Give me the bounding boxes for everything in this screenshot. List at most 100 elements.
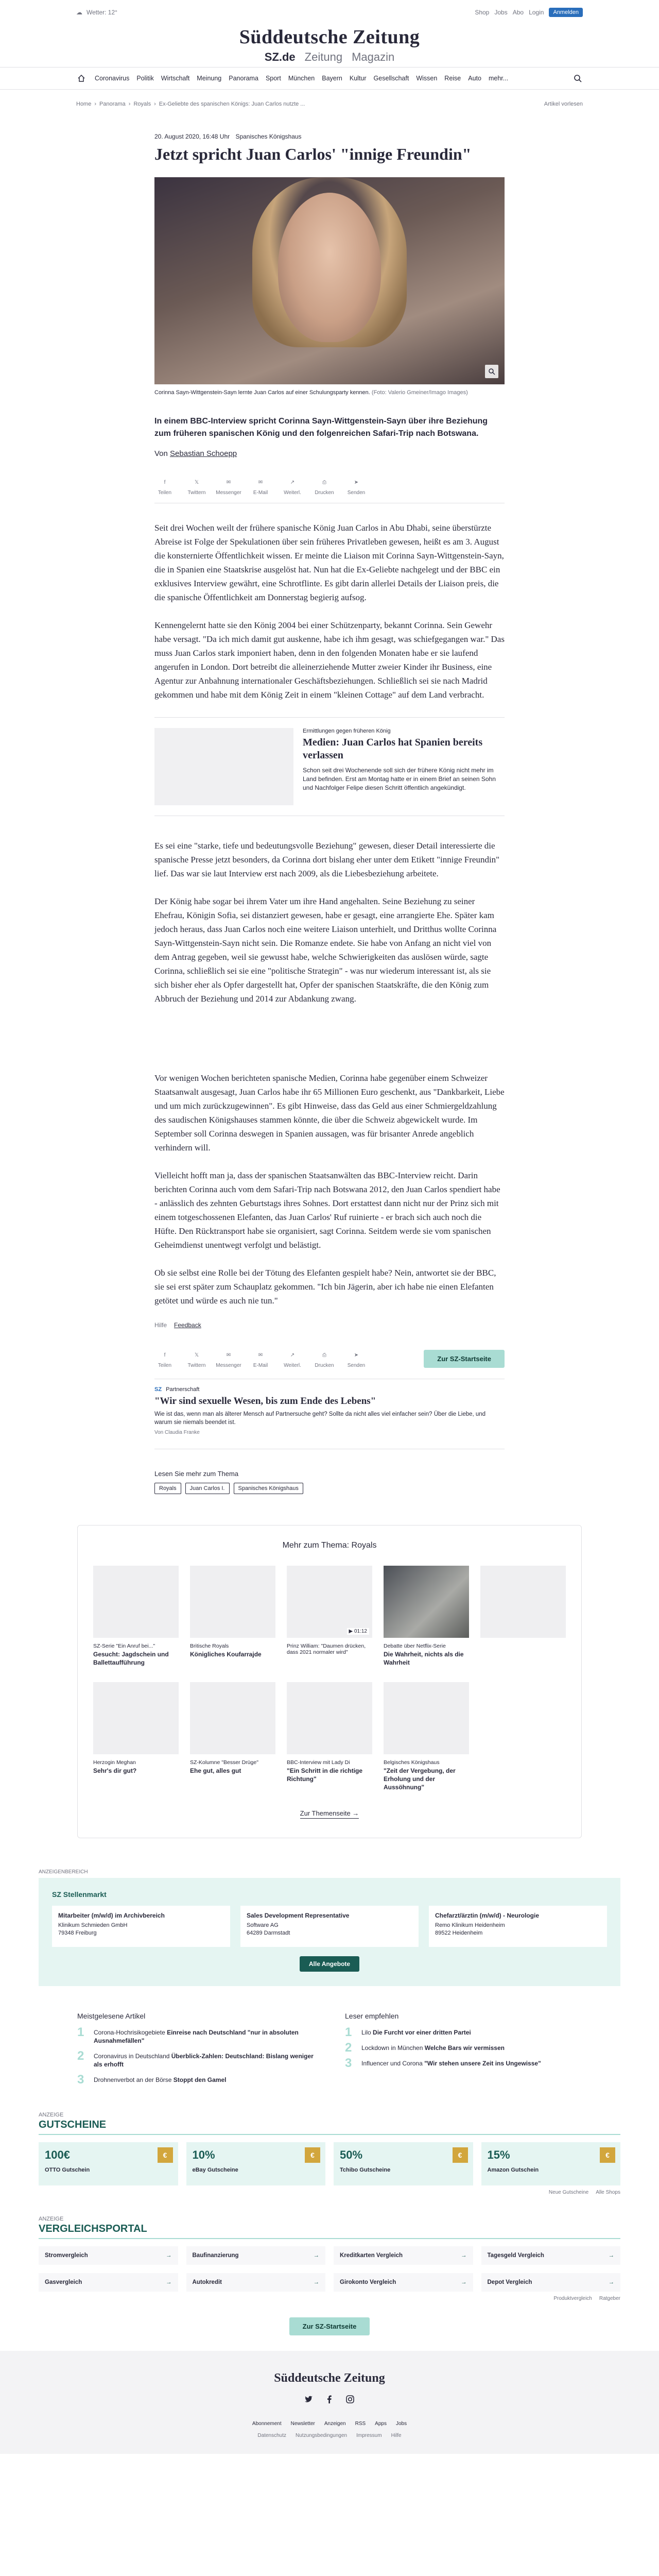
nav-item[interactable]: Wirtschaft (161, 75, 190, 82)
nav-item[interactable]: Politik (136, 75, 153, 82)
share-button[interactable]: ⎙ Drucken (314, 1349, 335, 1369)
footer-link[interactable]: Anzeigen (324, 2421, 346, 2427)
teaser-title[interactable]: Medien: Juan Carlos hat Spanien bereits … (303, 736, 505, 762)
nav-item[interactable]: München (288, 75, 315, 82)
sz-de-link[interactable]: SZ.de (265, 50, 296, 64)
card-image[interactable]: ▶ 01:12 (287, 1566, 372, 1638)
nav-item[interactable]: mehr... (489, 75, 508, 82)
login-link[interactable]: Login (529, 9, 544, 16)
compare-item[interactable]: Kreditkarten Vergleich → (334, 2246, 473, 2265)
card-image[interactable] (384, 1682, 469, 1754)
feedback-link[interactable]: Feedback (174, 1321, 201, 1329)
ranked-title[interactable]: Die Furcht vor einer dritten Partei (373, 2029, 471, 2036)
card-image[interactable] (287, 1682, 372, 1754)
nav-item[interactable]: Auto (468, 75, 481, 82)
share-button[interactable]: ↗ Weiterl. (282, 1349, 303, 1369)
footer-link[interactable]: RSS (355, 2421, 366, 2427)
topic-tag[interactable]: Spanisches Königshaus (233, 1483, 303, 1494)
author-link[interactable]: Sebastian Schoepp (170, 449, 237, 458)
share-button[interactable]: 𝕏 Twittern (186, 1349, 207, 1369)
topic-card[interactable]: SZ-Kolumne "Besser Drüge" Ehe gut, alles … (190, 1682, 275, 1791)
compare-label[interactable]: Depot Vergleich (488, 2279, 532, 2285)
card-image[interactable] (480, 1566, 566, 1638)
job-title[interactable]: Sales Development Representative (247, 1912, 412, 1920)
card-title[interactable]: "Zeit der Vergebung, der Erholung und de… (384, 1767, 469, 1791)
share-button[interactable]: ✉ E-Mail (250, 1349, 271, 1369)
ranked-article[interactable]: 1 Corona-Hochrisikogebiete Einreise nach … (77, 2026, 314, 2045)
compare-label[interactable]: Baufinanzierung (193, 2252, 239, 2259)
partner-teaser[interactable]: SZ Partnerschaft "Wir sind sexuelle Wese… (154, 1379, 505, 1449)
share-button[interactable]: ✉ Messenger (216, 477, 241, 496)
search-icon[interactable] (573, 73, 583, 83)
breadcrumb-item[interactable]: Home (76, 101, 91, 107)
compare-item[interactable]: Depot Vergleich → (481, 2273, 620, 2292)
voucher-label[interactable]: Tchibo Gutscheine (340, 2167, 467, 2173)
topic-card[interactable]: Belgisches Königshaus "Zeit der Vergebung… (384, 1682, 469, 1791)
ranked-title[interactable]: Welche Bars wir vermissen (425, 2044, 505, 2052)
share-button[interactable]: ↗ Weiterl. (282, 477, 303, 496)
twitter-icon[interactable] (304, 2395, 314, 2405)
job-card[interactable]: Chefarzt/ärztin (m/w/d) - Neurologie Remo… (429, 1906, 607, 1947)
compare-item[interactable]: Baufinanzierung → (186, 2246, 325, 2265)
partner-title[interactable]: "Wir sind sexuelle Wesen, bis zum Ende d… (154, 1396, 505, 1407)
card-title[interactable]: "Ein Schritt in die richtige Richtung" (287, 1767, 372, 1783)
compare-link[interactable]: Ratgeber (599, 2296, 620, 2301)
ranked-title[interactable]: Stoppt den Gamel (174, 2076, 227, 2083)
register-button[interactable]: Anmelden (549, 8, 583, 17)
footer-legal-link[interactable]: Datenschutz (257, 2433, 286, 2438)
share-button[interactable]: ✉ Messenger (216, 1349, 241, 1369)
share-button[interactable]: f Teilen (154, 477, 175, 496)
nav-item[interactable]: Reise (444, 75, 461, 82)
compare-label[interactable]: Tagesgeld Vergleich (488, 2252, 544, 2259)
nav-item[interactable]: Gesellschaft (374, 75, 409, 82)
compare-item[interactable]: Girokonto Vergleich → (334, 2273, 473, 2292)
topic-tag[interactable]: Juan Carlos I. (185, 1483, 230, 1494)
footer-link[interactable]: Jobs (396, 2421, 407, 2427)
job-card[interactable]: Mitarbeiter (m/w/d) im Archivbereich Klin… (52, 1906, 230, 1947)
compare-item[interactable]: Gasvergleich → (39, 2273, 178, 2292)
voucher-link[interactable]: Alle Shops (596, 2190, 620, 2195)
weather-text[interactable]: Wetter: 12° (86, 9, 117, 16)
abo-link[interactable]: Abo (513, 9, 524, 16)
share-button[interactable]: ✉ E-Mail (250, 477, 271, 496)
share-button[interactable]: ➤ Senden (346, 1349, 367, 1369)
card-image[interactable] (190, 1682, 275, 1754)
compare-link[interactable]: Produktvergleich (553, 2296, 592, 2301)
compare-label[interactable]: Kreditkarten Vergleich (340, 2252, 403, 2259)
card-image[interactable] (93, 1566, 179, 1638)
hero-image[interactable] (154, 177, 505, 384)
compare-label[interactable]: Girokonto Vergleich (340, 2279, 396, 2285)
job-card[interactable]: Sales Development Representative Software… (240, 1906, 419, 1947)
voucher-card[interactable]: 50% Tchibo Gutscheine € (334, 2142, 473, 2185)
footer-link[interactable]: Apps (375, 2421, 387, 2427)
jobs-link[interactable]: Jobs (494, 9, 507, 16)
voucher-link[interactable]: Neue Gutscheine (549, 2190, 588, 2195)
footer-legal-link[interactable]: Nutzungsbedingungen (296, 2433, 347, 2438)
topic-tag[interactable]: Royals (154, 1483, 181, 1494)
footer-legal-link[interactable]: Impressum (356, 2433, 381, 2438)
ranked-article[interactable]: 2 Lockdown in München Welche Bars wir ver… (345, 2042, 582, 2054)
card-title[interactable]: Gesucht: Jagdschein und Ballettaufführun… (93, 1650, 179, 1667)
job-title[interactable]: Mitarbeiter (m/w/d) im Archivbereich (58, 1912, 224, 1920)
card-title[interactable]: Ehe gut, alles gut (190, 1767, 275, 1775)
topic-card[interactable]: Britische Royals Königliches Koufarrajde (190, 1566, 275, 1667)
ranked-title[interactable]: "Wir stehen unsere Zeit ins Ungewisse" (424, 2060, 541, 2067)
footer-legal-link[interactable]: Hilfe (391, 2433, 402, 2438)
nav-item[interactable]: Panorama (229, 75, 258, 82)
nav-item[interactable]: Kultur (350, 75, 367, 82)
nav-item[interactable]: Bayern (322, 75, 342, 82)
voucher-label[interactable]: eBay Gutscheine (193, 2167, 320, 2173)
all-jobs-button[interactable]: Alle Angebote (299, 1956, 360, 1972)
nav-item[interactable]: Sport (266, 75, 281, 82)
zoom-icon[interactable] (485, 365, 498, 378)
ranked-article[interactable]: 3 Influencer und Corona "Wir stehen unser… (345, 2057, 582, 2070)
magazin-link[interactable]: Magazin (352, 50, 394, 64)
job-title[interactable]: Chefarzt/ärztin (m/w/d) - Neurologie (435, 1912, 601, 1920)
read-aloud-link[interactable]: Artikel vorlesen (544, 101, 583, 107)
topic-card[interactable]: Herzogin Meghan Sehr's dir gut? (93, 1682, 179, 1791)
home-icon[interactable] (76, 73, 86, 83)
topic-card[interactable] (480, 1566, 566, 1667)
card-title[interactable]: Sehr's dir gut? (93, 1767, 179, 1775)
ranked-article[interactable]: 2 Coronavirus in Deutschland Überblick-Za… (77, 2050, 314, 2069)
footer-link[interactable]: Newsletter (291, 2421, 315, 2427)
